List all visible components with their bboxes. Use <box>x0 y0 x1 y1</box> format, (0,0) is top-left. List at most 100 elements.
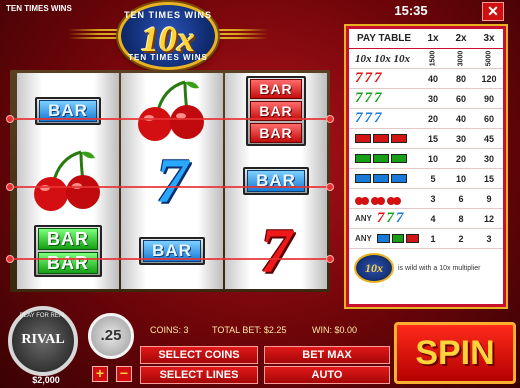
double-bar-icon <box>349 154 419 163</box>
triple-bar-symbol: BAR BAR BAR <box>225 76 327 146</box>
pay-row: ANY 7 7 7 4 8 12 <box>349 209 503 229</box>
payout-value: 20 <box>455 153 466 164</box>
single-bar-icon <box>349 174 419 183</box>
payline-marker[interactable] <box>6 255 14 263</box>
payline-3 <box>10 258 330 260</box>
payline-marker[interactable] <box>6 183 14 191</box>
payout-value: 10 <box>427 153 438 164</box>
payout-value: 1 <box>430 233 436 244</box>
payout-value: 30 <box>483 153 494 164</box>
red-seven-symbol: 7 <box>225 217 327 285</box>
payout-value: 60 <box>483 113 494 124</box>
payout-value: 10 <box>455 173 466 184</box>
pay-row: 10 20 30 <box>349 149 503 169</box>
single-bar-symbol: BAR <box>35 97 101 125</box>
cherry-symbol <box>121 77 223 145</box>
balance: $2,000 <box>32 375 60 385</box>
any-seven-icon: ANY 7 7 7 <box>355 210 404 226</box>
blue-seven-icon: 777 <box>355 110 382 126</box>
cherry-icon <box>349 193 419 205</box>
pay-table-header: PAY TABLE 1x 2x 3x <box>349 29 503 49</box>
payout-value: 90 <box>483 93 494 104</box>
payout-value: 120 <box>481 73 497 84</box>
reel-1: BAR BAR BAR <box>17 73 119 289</box>
blue-seven-symbol: 7 <box>121 147 223 215</box>
total-bet-readout: TOTAL BET: $2.25 <box>212 325 287 335</box>
payout-value: 2 <box>458 233 464 244</box>
column-header: 2x <box>455 33 467 44</box>
payout-value: 3 <box>430 193 436 204</box>
spin-button[interactable]: SPIN <box>394 322 516 384</box>
any-label: ANY <box>355 214 372 223</box>
payline-marker[interactable] <box>6 115 14 123</box>
payout-value: 30 <box>455 133 466 144</box>
increase-button[interactable]: + <box>92 366 108 382</box>
payout-value: 15 <box>427 133 438 144</box>
bar-label: BAR <box>38 252 98 274</box>
rival-logo: RIVAL <box>21 332 65 347</box>
double-bar-symbol: BAR BAR <box>17 217 119 285</box>
reel-3: BAR BAR BAR BAR 7 <box>225 73 327 289</box>
payout-value: 12 <box>483 213 494 224</box>
rival-chip[interactable]: PLAY FOR REAL RIVAL <box>8 306 78 376</box>
coins-readout: COINS: 3 <box>150 325 189 335</box>
payout-value: 5 <box>430 173 436 184</box>
payout-value: 4 <box>430 213 436 224</box>
select-coins-button[interactable]: SELECT COINS <box>140 346 258 364</box>
pay-row: 15 30 45 <box>349 129 503 149</box>
pay-row: 10x 10x 10x 1500 3000 5000 <box>349 49 503 69</box>
decrease-button[interactable]: − <box>116 366 132 382</box>
auto-button[interactable]: AUTO <box>264 366 390 384</box>
payout-value: 5000 <box>485 50 493 67</box>
single-bar-symbol: BAR <box>121 217 223 285</box>
any-label: ANY <box>355 234 372 243</box>
payline-2 <box>10 186 330 188</box>
payout-value: 60 <box>455 93 466 104</box>
pay-table: PAY TABLE 1x 2x 3x 10x 10x 10x 1500 3000… <box>344 24 508 309</box>
seven-label: 7 <box>156 145 188 216</box>
column-header: 3x <box>483 33 495 44</box>
column-header: 1x <box>427 33 439 44</box>
payout-value: 80 <box>455 73 466 84</box>
payout-value: 9 <box>486 193 492 204</box>
green-seven-icon: 777 <box>355 90 382 106</box>
play-for-real-label: PLAY FOR REAL <box>19 313 67 319</box>
close-button[interactable]: ✕ <box>482 2 504 21</box>
cherry-symbol <box>17 147 119 215</box>
payout-value: 3 <box>486 233 492 244</box>
pay-row: 777 30 60 90 <box>349 89 503 109</box>
win-readout: WIN: $0.00 <box>312 325 358 335</box>
reel-symbol: BAR <box>17 77 119 145</box>
pay-row: ANY 1 2 3 <box>349 229 503 249</box>
payline-1 <box>10 118 330 120</box>
wild-badge-icon: 10x <box>354 253 394 283</box>
bar-label: BAR <box>247 170 305 192</box>
ten-x-symbols: 10x 10x 10x <box>355 52 410 65</box>
game-logo: TEN TIMES WINS 10x TEN TIMES WINS <box>118 2 218 70</box>
select-lines-button[interactable]: SELECT LINES <box>140 366 258 384</box>
pay-row: 5 10 15 <box>349 169 503 189</box>
payout-value: 40 <box>455 113 466 124</box>
payout-value: 1500 <box>429 50 437 67</box>
triple-bar-icon <box>349 134 419 143</box>
payout-value: 20 <box>427 113 438 124</box>
coin-value-chip[interactable]: .25 <box>88 313 134 359</box>
payout-value: 30 <box>427 93 438 104</box>
red-seven-icon: 777 <box>355 70 382 86</box>
cherry-icon <box>138 80 204 141</box>
payout-value: 45 <box>483 133 494 144</box>
pay-table-title: PAY TABLE <box>357 33 412 44</box>
single-bar-symbol: BAR <box>225 147 327 215</box>
payline-marker[interactable] <box>326 255 334 263</box>
payout-value: 6 <box>458 193 464 204</box>
payout-value: 40 <box>427 73 438 84</box>
bet-max-button[interactable]: BET MAX <box>264 346 390 364</box>
logo-bottom-text: TEN TIMES WINS <box>128 53 208 62</box>
payout-value: 3000 <box>457 50 465 67</box>
bar-label: BAR <box>250 123 302 143</box>
payline-marker[interactable] <box>326 183 334 191</box>
pay-row: 777 20 40 60 <box>349 109 503 129</box>
bar-label: BAR <box>250 79 302 99</box>
seven-label: 7 <box>260 215 292 286</box>
payline-marker[interactable] <box>326 115 334 123</box>
